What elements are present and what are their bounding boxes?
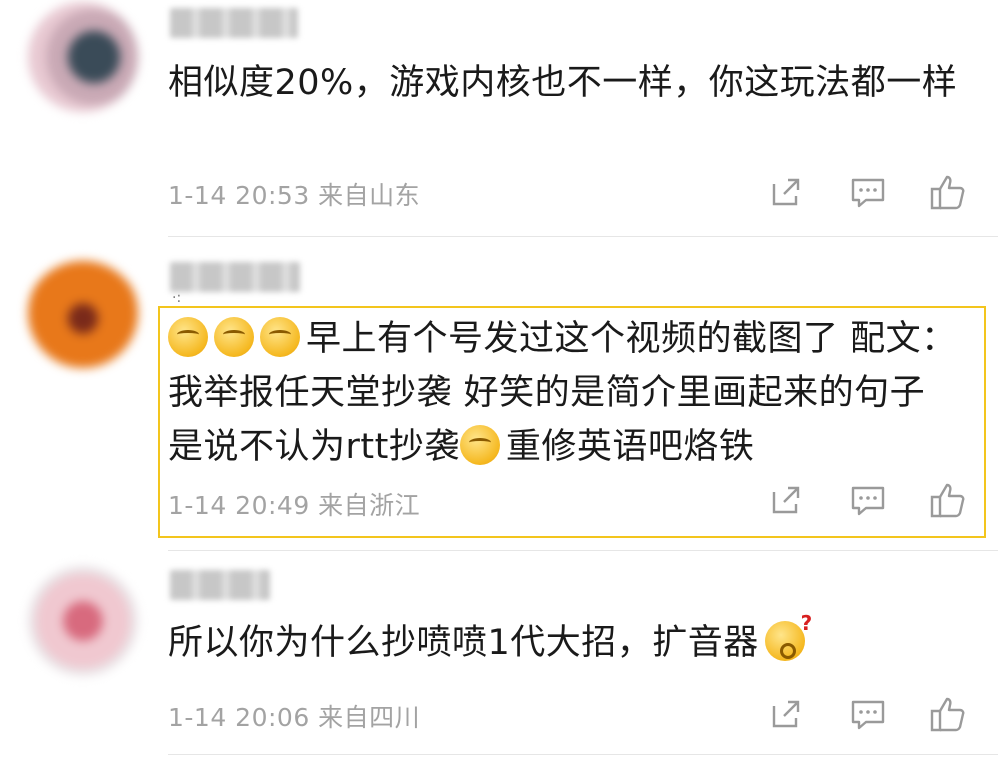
surprised-emoji-icon: ? (764, 613, 812, 661)
share-icon[interactable] (766, 694, 806, 734)
divider (168, 754, 998, 755)
comment-icon[interactable] (848, 694, 888, 734)
comment-3: 所以你为什么抄喷喷1代大招，扩音器? 1-14 20:06 来自四川 (0, 0, 998, 760)
thumbs-up-icon[interactable] (928, 694, 968, 734)
comment-text: 所以你为什么抄喷喷1代大招，扩音器? (168, 613, 958, 670)
comment-text-part: 所以你为什么抄喷喷1代大招，扩音器 (168, 623, 759, 663)
username-blurred[interactable] (170, 570, 270, 600)
comment-meta: 1-14 20:06 来自四川 (168, 703, 421, 732)
comment-actions (748, 694, 968, 744)
avatar[interactable] (28, 566, 138, 676)
